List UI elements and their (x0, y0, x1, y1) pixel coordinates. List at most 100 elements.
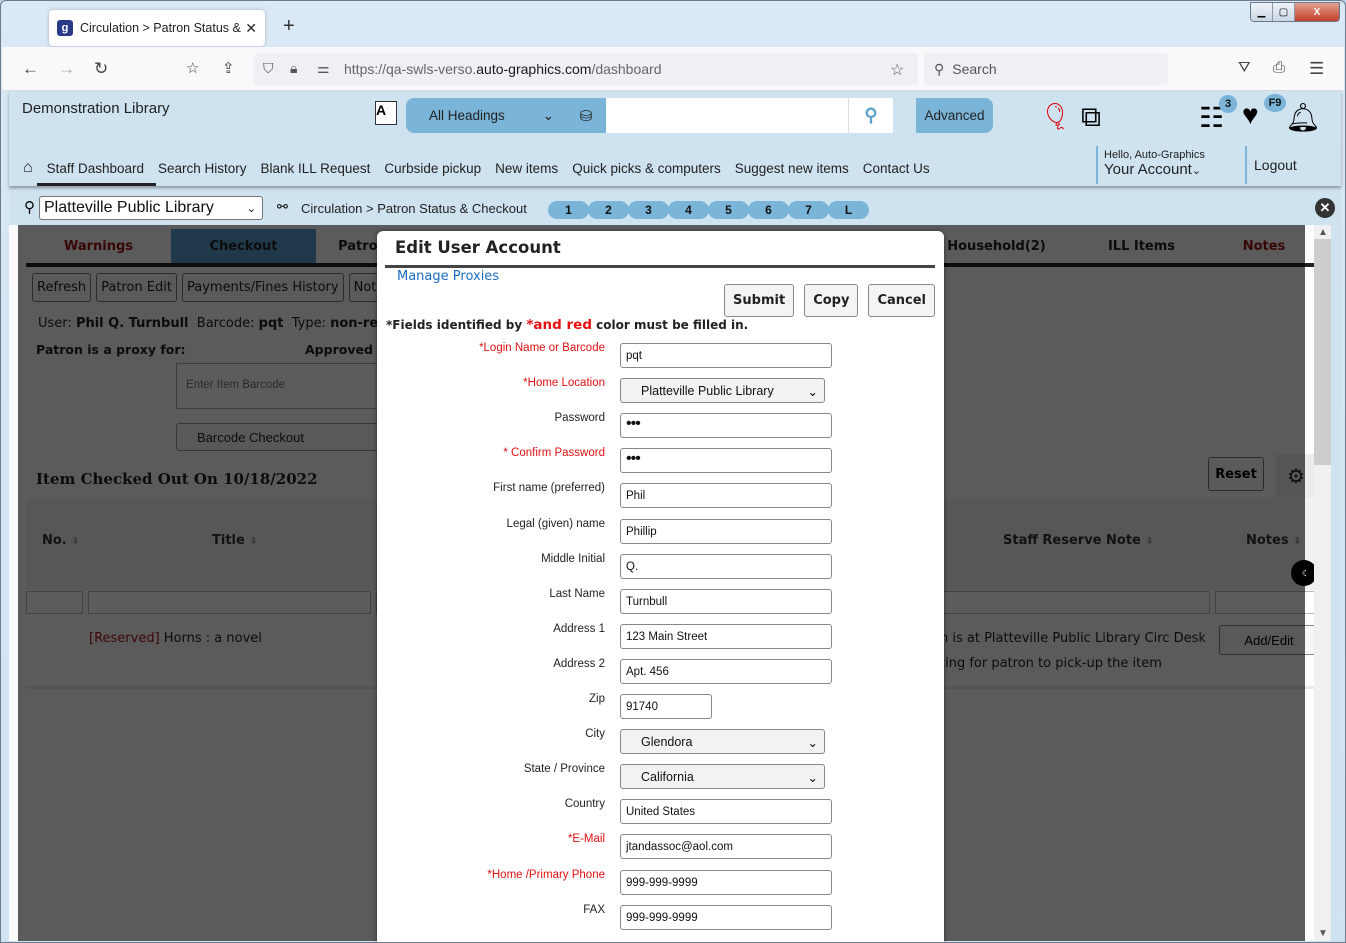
field-input[interactable]: 999-999-9999 (620, 869, 832, 895)
menu-suggest-new-items[interactable]: Suggest new items (735, 161, 849, 176)
form-row: Password ••• (377, 412, 944, 439)
bell-icon[interactable]: 🔔︎ (1285, 101, 1321, 134)
field-label: Legal (given) name (506, 517, 605, 530)
database-icon[interactable]: ⛁ (566, 107, 606, 125)
scroll-down-icon[interactable]: ▼ (1318, 928, 1328, 939)
menu-contact-us[interactable]: Contact Us (863, 161, 930, 176)
pill-l[interactable]: L (828, 201, 869, 219)
logout-link[interactable]: Logout (1245, 146, 1297, 184)
chevron-down-icon: ⌄ (807, 736, 818, 751)
pill-6[interactable]: 6 (748, 201, 789, 219)
document-search-icon[interactable]: ⧉ (1081, 101, 1101, 134)
location-bar: ⚲ Platteville Public Library ⌄ ⚯ Circulat… (9, 195, 1341, 220)
field-label: FAX (583, 903, 605, 916)
field-select[interactable]: Platteville Public Library ⌄ (620, 378, 825, 404)
share-icon[interactable]: ⇪ (222, 59, 235, 77)
field-input[interactable]: Apt. 456 (620, 658, 832, 684)
close-circle-icon[interactable]: ✕ (1315, 198, 1335, 218)
submit-button[interactable]: Submit (724, 284, 795, 317)
pill-5[interactable]: 5 (708, 201, 749, 219)
pill-1[interactable]: 1 (548, 201, 589, 219)
modal-title: Edit User Account (395, 238, 561, 257)
account-menu[interactable]: Hello, Auto-Graphics Your Account⌄ (1096, 146, 1205, 184)
field-label: City (585, 728, 605, 741)
field-input[interactable]: United States (620, 799, 832, 825)
url-path: /dashboard (591, 61, 662, 77)
chevron-down-icon: ⌄ (542, 107, 554, 123)
close-window-button[interactable]: X (1295, 3, 1339, 21)
form-row: *Home Location Platteville Public Library… (377, 377, 944, 404)
manage-proxies-link[interactable]: Manage Proxies (397, 269, 499, 284)
field-select[interactable]: Glendora ⌄ (620, 729, 825, 755)
field-input[interactable]: Phil (620, 483, 832, 509)
hot-air-balloon-icon[interactable]: 🎈︎ (1039, 101, 1072, 132)
star-icon[interactable]: ☆ (890, 60, 904, 80)
field-label: Address 2 (553, 657, 605, 670)
pocket-icon[interactable]: ⛛ (1238, 59, 1251, 76)
field-select[interactable]: California ⌄ (620, 764, 825, 790)
home-icon[interactable]: ⌂ (23, 159, 33, 177)
cancel-button[interactable]: Cancel (868, 284, 935, 317)
menu-search-history[interactable]: Search History (158, 161, 247, 176)
search-icon[interactable]: ⚲ (849, 98, 893, 133)
modal-divider (385, 265, 935, 268)
search-scope-select[interactable]: All Headings ⌄ (406, 108, 566, 124)
field-input[interactable]: ••• (620, 413, 832, 439)
translate-icon[interactable]: A (375, 101, 397, 125)
copy-button[interactable]: Copy (804, 284, 859, 317)
menu-curbside-pickup[interactable]: Curbside pickup (384, 161, 481, 176)
field-input[interactable]: 123 Main Street (620, 623, 832, 649)
permissions-icon[interactable]: ⚌ (317, 60, 330, 77)
field-input[interactable]: ••• (620, 448, 832, 474)
minimize-button[interactable]: ▁ (1251, 3, 1273, 21)
pill-3[interactable]: 3 (628, 201, 669, 219)
reload-icon[interactable]: ↻ (94, 59, 108, 79)
print-icon[interactable]: ⎙ (1273, 59, 1285, 76)
search-input[interactable] (606, 98, 849, 133)
field-input[interactable]: Turnbull (620, 588, 832, 614)
browser-tab[interactable]: g Circulation > Patron Status & C ✕ (49, 10, 265, 46)
vertical-scrollbar[interactable]: ▲ ▼ (1314, 225, 1331, 941)
edit-user-account-modal: Edit User Account Manage Proxies Submit … (377, 231, 944, 942)
field-input[interactable]: Q. (620, 553, 832, 579)
ag-logo-icon: g (57, 20, 73, 36)
scroll-up-icon[interactable]: ▲ (1318, 227, 1328, 238)
bookmark-page-icon[interactable]: ☆ (186, 59, 199, 77)
field-input[interactable]: pqt (620, 343, 832, 368)
menu-icon[interactable]: ☰ (1309, 59, 1324, 79)
field-input[interactable]: 91740 (620, 694, 712, 719)
form-row: Legal (given) name Phillip (377, 518, 944, 544)
window-controls: ▁ ▢ X (1250, 2, 1340, 22)
field-input[interactable]: 999-999-9999 (620, 904, 832, 930)
advanced-search-button[interactable]: Advanced (916, 98, 993, 133)
field-input[interactable]: Phillip (620, 518, 832, 544)
url-bar[interactable]: ⛉ 🔒︎ ⚌ https://qa-swls-verso. auto-graphi… (254, 53, 918, 85)
heart-icon[interactable]: ♥ (1242, 99, 1259, 131)
scroll-thumb[interactable] (1314, 239, 1331, 465)
browser-search-placeholder: Search (952, 61, 997, 77)
location-select[interactable]: Platteville Public Library ⌄ (39, 196, 263, 220)
site-header: Demonstration Library A All Headings ⌄ ⛁ … (9, 91, 1341, 186)
pill-2[interactable]: 2 (588, 201, 629, 219)
menu-blank-ill-request[interactable]: Blank ILL Request (261, 161, 371, 176)
url-prefix: https://qa-swls-verso. (344, 61, 477, 77)
back-icon[interactable]: ← (22, 59, 39, 79)
new-tab-button[interactable]: + (283, 15, 295, 38)
pill-7[interactable]: 7 (788, 201, 829, 219)
menu-staff-dashboard[interactable]: Staff Dashboard (36, 161, 157, 186)
field-label: *Home /Primary Phone (487, 868, 605, 881)
pill-4[interactable]: 4 (668, 201, 709, 219)
lock-icon[interactable]: 🔒︎ (290, 60, 297, 77)
forward-icon[interactable]: → (58, 59, 75, 79)
field-label: State / Province (523, 763, 605, 776)
menu-new-items[interactable]: New items (495, 161, 558, 176)
shield-icon[interactable]: ⛉ (263, 60, 274, 77)
greeting: Hello, Auto-Graphics (1104, 149, 1205, 161)
maximize-button[interactable]: ▢ (1273, 3, 1295, 21)
close-tab-icon[interactable]: ✕ (245, 20, 257, 37)
field-input[interactable]: jtandassoc@aol.com (620, 834, 832, 860)
modal-buttons: Submit Copy Cancel (724, 284, 935, 317)
menu-quick-picks[interactable]: Quick picks & computers (572, 161, 721, 176)
browser-search-box[interactable]: ⚲ Search (924, 53, 1168, 85)
chevron-down-icon: ⌄ (1191, 165, 1202, 177)
